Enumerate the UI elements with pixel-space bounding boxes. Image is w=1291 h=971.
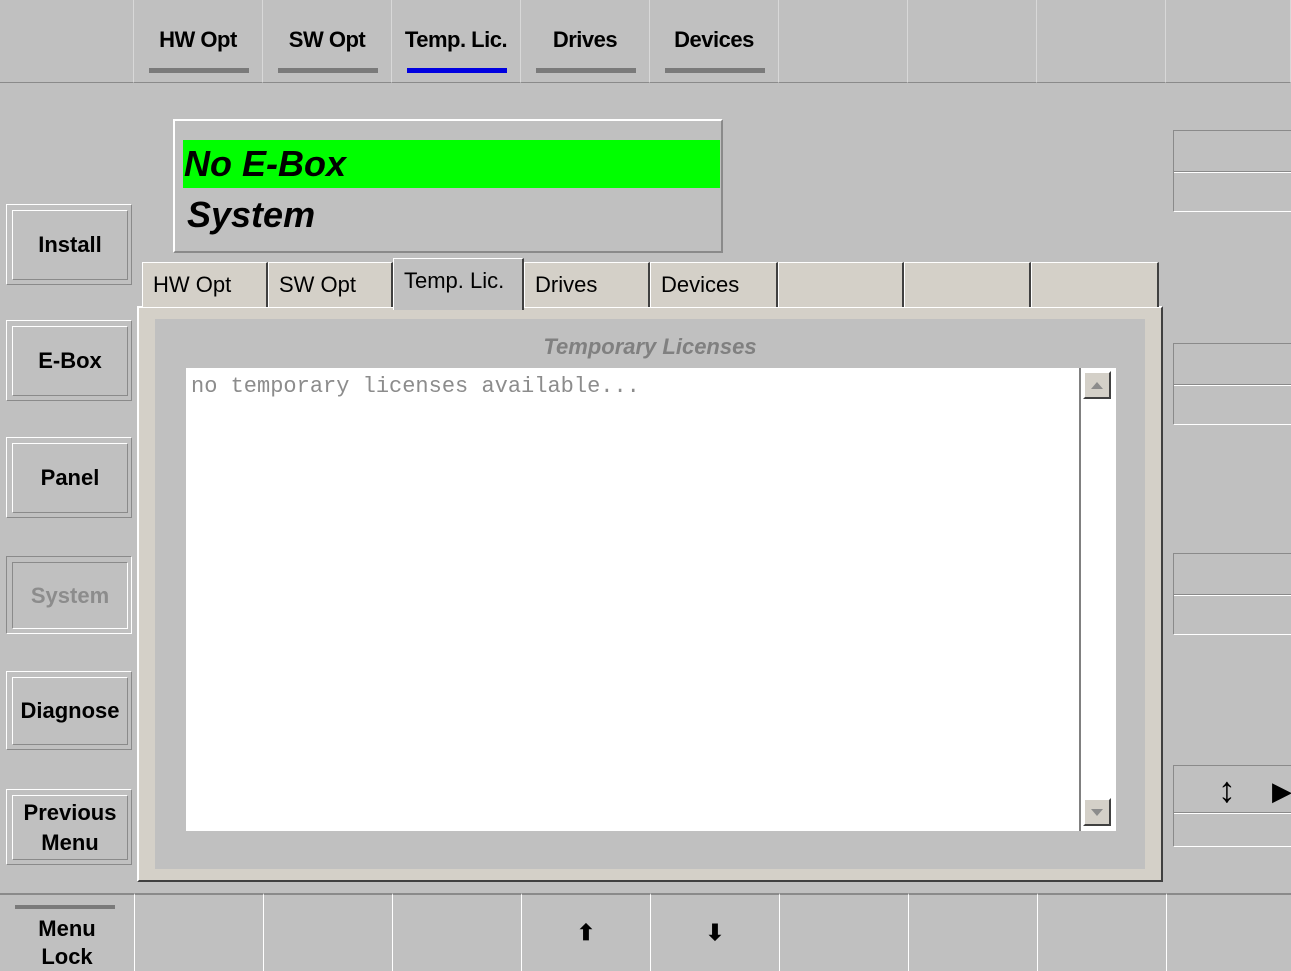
diagnose-button[interactable]: Diagnose bbox=[6, 671, 132, 750]
panel-title: Temporary Licenses bbox=[543, 334, 757, 359]
arrow-up-button[interactable]: ⬆ bbox=[521, 893, 650, 971]
top-tab-devices[interactable]: Devices bbox=[650, 0, 779, 83]
system-label: System bbox=[12, 562, 128, 629]
tab-hw-opt[interactable]: HW Opt bbox=[142, 262, 268, 307]
listbox-text: no temporary licenses available... bbox=[191, 374, 640, 399]
arrow-up-icon: ⬆ bbox=[576, 920, 596, 945]
bottom-key-empty[interactable] bbox=[263, 893, 392, 971]
right-softkey-2[interactable] bbox=[1173, 343, 1291, 425]
top-tab-label: Drives bbox=[552, 27, 618, 52]
top-tab-drives[interactable]: Drives bbox=[521, 0, 650, 83]
tab-drives[interactable]: Drives bbox=[524, 262, 650, 307]
right-softkey-scroll[interactable]: ↕ ▶ bbox=[1173, 765, 1291, 847]
panel-content: Temporary Licenses no temporary licenses… bbox=[155, 319, 1145, 869]
previous-menu-line2: Menu bbox=[41, 829, 99, 855]
tab-empty[interactable] bbox=[1031, 262, 1159, 307]
top-tab-sw-opt[interactable]: SW Opt bbox=[263, 0, 392, 83]
top-tab-label: HW Opt bbox=[159, 27, 237, 52]
tab-devices[interactable]: Devices bbox=[650, 262, 778, 307]
top-tab-label: Devices bbox=[674, 27, 754, 52]
listbox-scrollbar[interactable] bbox=[1079, 368, 1111, 831]
scroll-up-icon bbox=[1091, 381, 1103, 389]
menu-lock-button[interactable]: Menu Lock bbox=[0, 893, 134, 971]
status-system-text: System bbox=[187, 194, 316, 235]
bottom-key-empty[interactable] bbox=[908, 893, 1037, 971]
panel-label: Panel bbox=[12, 443, 128, 513]
install-label: Install bbox=[12, 210, 128, 280]
diagnose-label: Diagnose bbox=[12, 677, 128, 745]
bottom-key-empty[interactable] bbox=[1037, 893, 1166, 971]
tab-indicator-active bbox=[407, 68, 507, 73]
top-tab-label: SW Opt bbox=[288, 27, 366, 52]
top-key-empty[interactable] bbox=[1037, 0, 1166, 83]
status-display: No E-Box System bbox=[173, 119, 723, 253]
menu-lock-indicator bbox=[15, 905, 115, 909]
top-tab-label: Temp. Lic. bbox=[404, 27, 508, 52]
scroll-up-button[interactable] bbox=[1083, 371, 1111, 399]
right-softkey-1[interactable] bbox=[1173, 130, 1291, 212]
previous-menu-button[interactable]: Previous Menu bbox=[6, 789, 132, 865]
menu-lock-label: Menu Lock bbox=[0, 915, 134, 971]
previous-menu-label: Previous Menu bbox=[12, 795, 128, 860]
bottom-key-empty[interactable] bbox=[1166, 893, 1291, 971]
right-arrow-icon: ▶ bbox=[1272, 776, 1291, 806]
arrow-down-icon: ⬇ bbox=[705, 920, 725, 945]
panel-button[interactable]: Panel bbox=[6, 437, 132, 518]
right-softkey-3[interactable] bbox=[1173, 553, 1291, 635]
scroll-down-button[interactable] bbox=[1083, 798, 1111, 826]
top-key-empty[interactable] bbox=[1166, 0, 1291, 83]
top-key-blank bbox=[0, 0, 134, 83]
menu-lock-line1: Menu bbox=[38, 916, 96, 941]
system-button[interactable]: System bbox=[6, 556, 132, 634]
menu-lock-line2: Lock bbox=[41, 944, 93, 969]
tab-indicator bbox=[536, 68, 636, 73]
tab-empty[interactable] bbox=[904, 262, 1031, 307]
scroll-down-icon bbox=[1091, 808, 1103, 816]
bottom-key-empty[interactable] bbox=[392, 893, 521, 971]
license-listbox[interactable]: no temporary licenses available... bbox=[186, 368, 1116, 831]
arrow-down-button[interactable]: ⬇ bbox=[650, 893, 779, 971]
vertical-scroll-icon: ↕ bbox=[1218, 769, 1236, 810]
status-ebox-text: No E-Box bbox=[183, 140, 720, 188]
tab-indicator bbox=[149, 68, 249, 73]
tab-indicator bbox=[278, 68, 378, 73]
top-key-empty[interactable] bbox=[779, 0, 908, 83]
tab-sw-opt[interactable]: SW Opt bbox=[268, 262, 393, 307]
bottom-key-empty[interactable] bbox=[134, 893, 263, 971]
previous-menu-line1: Previous bbox=[23, 799, 117, 825]
top-tab-hw-opt[interactable]: HW Opt bbox=[134, 0, 263, 83]
tab-temp-lic[interactable]: Temp. Lic. bbox=[393, 258, 524, 310]
tab-empty[interactable] bbox=[778, 262, 904, 307]
ebox-button[interactable]: E-Box bbox=[6, 320, 132, 401]
ebox-label: E-Box bbox=[12, 326, 128, 396]
top-key-empty[interactable] bbox=[908, 0, 1037, 83]
bottom-key-empty[interactable] bbox=[779, 893, 908, 971]
tab-indicator bbox=[665, 68, 765, 73]
top-tab-temp-lic[interactable]: Temp. Lic. bbox=[392, 0, 521, 83]
install-button[interactable]: Install bbox=[6, 204, 132, 285]
license-panel: Temporary Licenses no temporary licenses… bbox=[137, 306, 1163, 882]
